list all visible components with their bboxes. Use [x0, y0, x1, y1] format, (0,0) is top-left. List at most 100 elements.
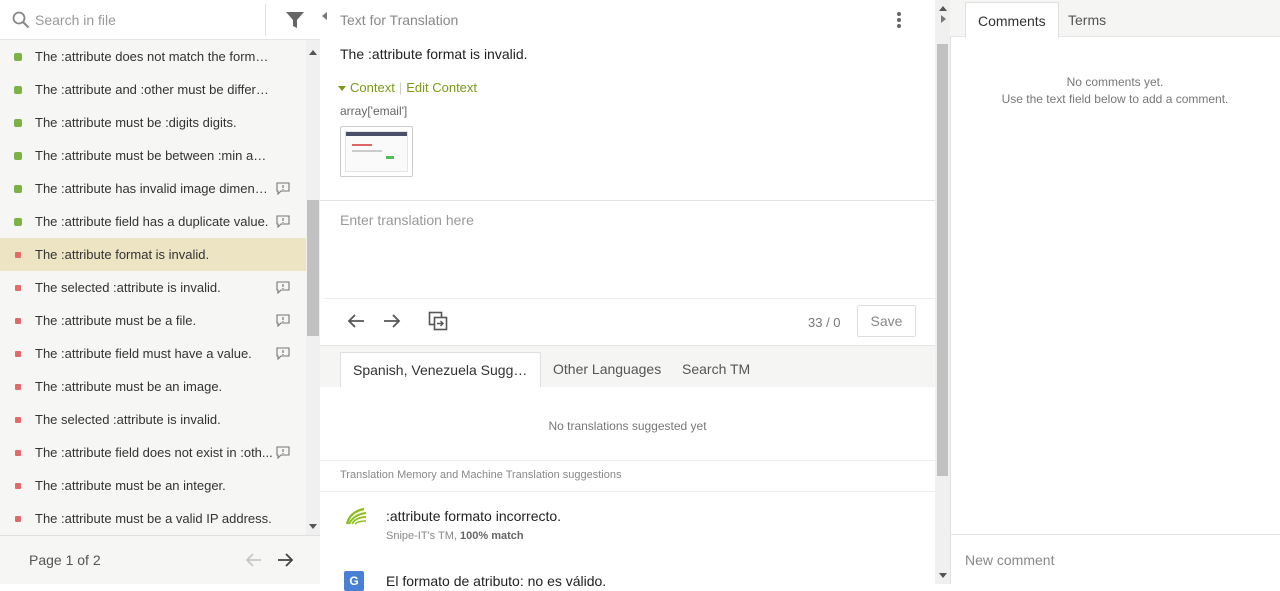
divider: [320, 200, 935, 201]
scrollbar-thumb[interactable]: [937, 44, 948, 476]
suggestion-text[interactable]: :attribute formato incorrecto.: [386, 508, 561, 524]
string-row[interactable]: The :attribute and :other must be differ…: [0, 73, 306, 106]
untranslated-status-icon: [15, 483, 21, 489]
source-string: The :attribute format is invalid.: [340, 46, 528, 62]
tm-suggestions-header: Translation Memory and Machine Translati…: [340, 469, 622, 481]
scroll-up-arrow-icon[interactable]: [939, 6, 947, 11]
untranslated-status-icon: [15, 450, 21, 456]
scrollbar-thumb[interactable]: [307, 200, 319, 336]
context-toggle[interactable]: Context: [338, 80, 395, 95]
tab-comments[interactable]: Comments: [965, 2, 1059, 38]
string-row[interactable]: The :attribute must be :digits digits.: [0, 106, 306, 139]
string-row[interactable]: The :attribute field has a duplicate val…: [0, 205, 306, 238]
comment-icon: [276, 347, 290, 360]
previous-page-icon[interactable]: [245, 551, 263, 569]
string-row[interactable]: The :attribute must be an image.: [0, 370, 306, 403]
copy-source-icon[interactable]: [428, 311, 448, 331]
tab-terms[interactable]: Terms: [1056, 2, 1118, 38]
collapse-left-icon[interactable]: [322, 12, 327, 20]
screenshot-thumbnail[interactable]: [340, 126, 413, 177]
tab-language-suggestions[interactable]: Spanish, Venezuela Sugges...: [340, 352, 541, 387]
translated-status-icon: [14, 53, 22, 61]
context-value: array['email']: [340, 104, 408, 118]
translated-status-icon: [14, 185, 22, 193]
string-row[interactable]: The :attribute field does not exist in :…: [0, 436, 306, 469]
string-row-text: The :attribute has invalid image dimensi…: [35, 181, 273, 196]
comment-icon: [276, 182, 290, 195]
search-input[interactable]: [35, 10, 255, 30]
more-options-icon[interactable]: [897, 12, 902, 28]
page-indicator: Page 1 of 2: [29, 552, 101, 568]
translation-input[interactable]: [340, 212, 910, 292]
string-row-text: The :attribute must be an integer.: [35, 478, 226, 493]
string-row[interactable]: The :attribute field must have a value.: [0, 337, 306, 370]
save-button[interactable]: Save: [857, 305, 916, 337]
scroll-down-arrow-icon[interactable]: [309, 524, 317, 529]
string-row-text: The :attribute and :other must be differ…: [35, 82, 273, 97]
context-links: Context | Edit Context: [338, 80, 477, 95]
suggestion-text[interactable]: El formato de atributo: no es válido.: [386, 573, 606, 589]
editor-header: Text for Translation: [340, 12, 459, 28]
next-string-icon[interactable]: [382, 311, 402, 331]
next-page-icon[interactable]: [276, 551, 294, 569]
string-row[interactable]: The selected :attribute is invalid.: [0, 403, 306, 436]
untranslated-status-icon: [15, 252, 21, 258]
string-row[interactable]: The :attribute must be an integer.: [0, 469, 306, 502]
search-bar: [0, 0, 320, 40]
divider: [320, 460, 935, 461]
scroll-down-arrow-icon[interactable]: [939, 573, 947, 578]
string-row[interactable]: The :attribute must be between :min and …: [0, 139, 306, 172]
untranslated-status-icon: [15, 417, 21, 423]
pager: Page 1 of 2: [0, 535, 320, 584]
untranslated-status-icon: [15, 384, 21, 390]
string-row-text: The :attribute field does not exist in :…: [35, 445, 273, 460]
string-row-text: The selected :attribute is invalid.: [35, 280, 221, 295]
editor-scrollbar[interactable]: [935, 0, 950, 584]
translation-memory-icon: [345, 507, 367, 525]
string-list-panel: The :attribute does not match the format…: [0, 0, 320, 584]
scroll-up-arrow-icon[interactable]: [309, 50, 317, 55]
collapse-right-icon[interactable]: [941, 15, 946, 23]
translated-status-icon: [14, 119, 22, 127]
string-row-text: The :attribute must be a file.: [35, 313, 197, 328]
string-row-text: The :attribute must be between :min and …: [35, 148, 273, 163]
string-row-text: The :attribute field must have a value.: [35, 346, 252, 361]
comment-icon: [276, 281, 290, 294]
comment-icon: [276, 314, 290, 327]
divider: [324, 298, 935, 299]
character-counter: 33 / 0: [808, 315, 841, 330]
comment-icon: [276, 446, 290, 459]
translated-status-icon: [14, 218, 22, 226]
search-divider: [265, 4, 266, 36]
string-row[interactable]: The selected :attribute is invalid.: [0, 271, 306, 304]
string-row-text: The selected :attribute is invalid.: [35, 412, 221, 427]
string-row[interactable]: The :attribute format is invalid.: [0, 238, 306, 271]
edit-context-link[interactable]: Edit Context: [406, 80, 477, 95]
string-row[interactable]: The :attribute has invalid image dimensi…: [0, 172, 306, 205]
translated-status-icon: [14, 152, 22, 160]
tab-search-tm[interactable]: Search TM: [670, 352, 762, 387]
google-translate-icon: G: [344, 571, 364, 591]
tab-other-languages[interactable]: Other Languages: [541, 352, 673, 387]
string-list: The :attribute does not match the format…: [0, 40, 306, 535]
suggestion-meta: Snipe-IT's TM, 100% match: [386, 530, 524, 542]
string-row-text: The :attribute field has a duplicate val…: [35, 214, 269, 229]
untranslated-status-icon: [15, 351, 21, 357]
caret-down-icon: [338, 86, 346, 92]
string-row[interactable]: The :attribute does not match the format…: [0, 40, 306, 73]
previous-string-icon[interactable]: [346, 311, 366, 331]
string-row-text: The :attribute format is invalid.: [35, 247, 210, 262]
string-row[interactable]: The :attribute must be a file.: [0, 304, 306, 337]
filter-icon[interactable]: [285, 10, 305, 30]
string-row[interactable]: The :attribute must be a valid IP addres…: [0, 502, 306, 535]
divider: [950, 534, 1280, 535]
string-row-text: The :attribute must be :digits digits.: [35, 115, 237, 130]
new-comment-input[interactable]: [965, 550, 1265, 570]
no-suggestions-message: No translations suggested yet: [548, 419, 707, 433]
untranslated-status-icon: [15, 285, 21, 291]
divider: [320, 491, 935, 492]
string-list-scrollbar[interactable]: [306, 40, 320, 535]
untranslated-status-icon: [15, 516, 21, 522]
string-row-text: The :attribute does not match the format…: [35, 49, 273, 64]
string-row-text: The :attribute must be an image.: [35, 379, 223, 394]
